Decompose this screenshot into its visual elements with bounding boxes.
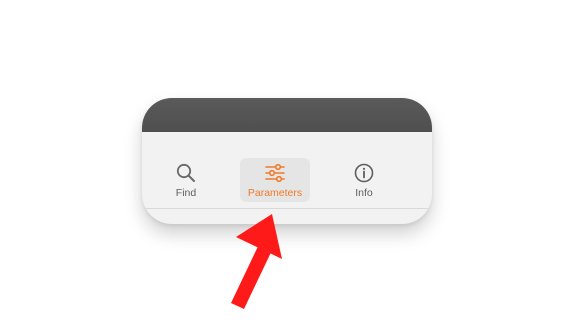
tab-find-label: Find (175, 187, 197, 199)
search-icon (175, 162, 197, 184)
info-icon (353, 162, 375, 184)
tab-parameters[interactable]: Parameters (240, 158, 310, 202)
tab-info[interactable]: Info (342, 158, 386, 202)
tab-find[interactable]: Find (164, 158, 208, 202)
bottom-toolbar-panel: Find Parameters Info (142, 98, 432, 224)
screenshot-stage: Find Parameters Info (0, 0, 574, 322)
tab-info-label: Info (355, 187, 373, 199)
panel-divider (142, 208, 432, 209)
sliders-icon (264, 162, 286, 184)
tab-parameters-label: Parameters (247, 187, 303, 199)
panel-header-bar (142, 98, 432, 132)
